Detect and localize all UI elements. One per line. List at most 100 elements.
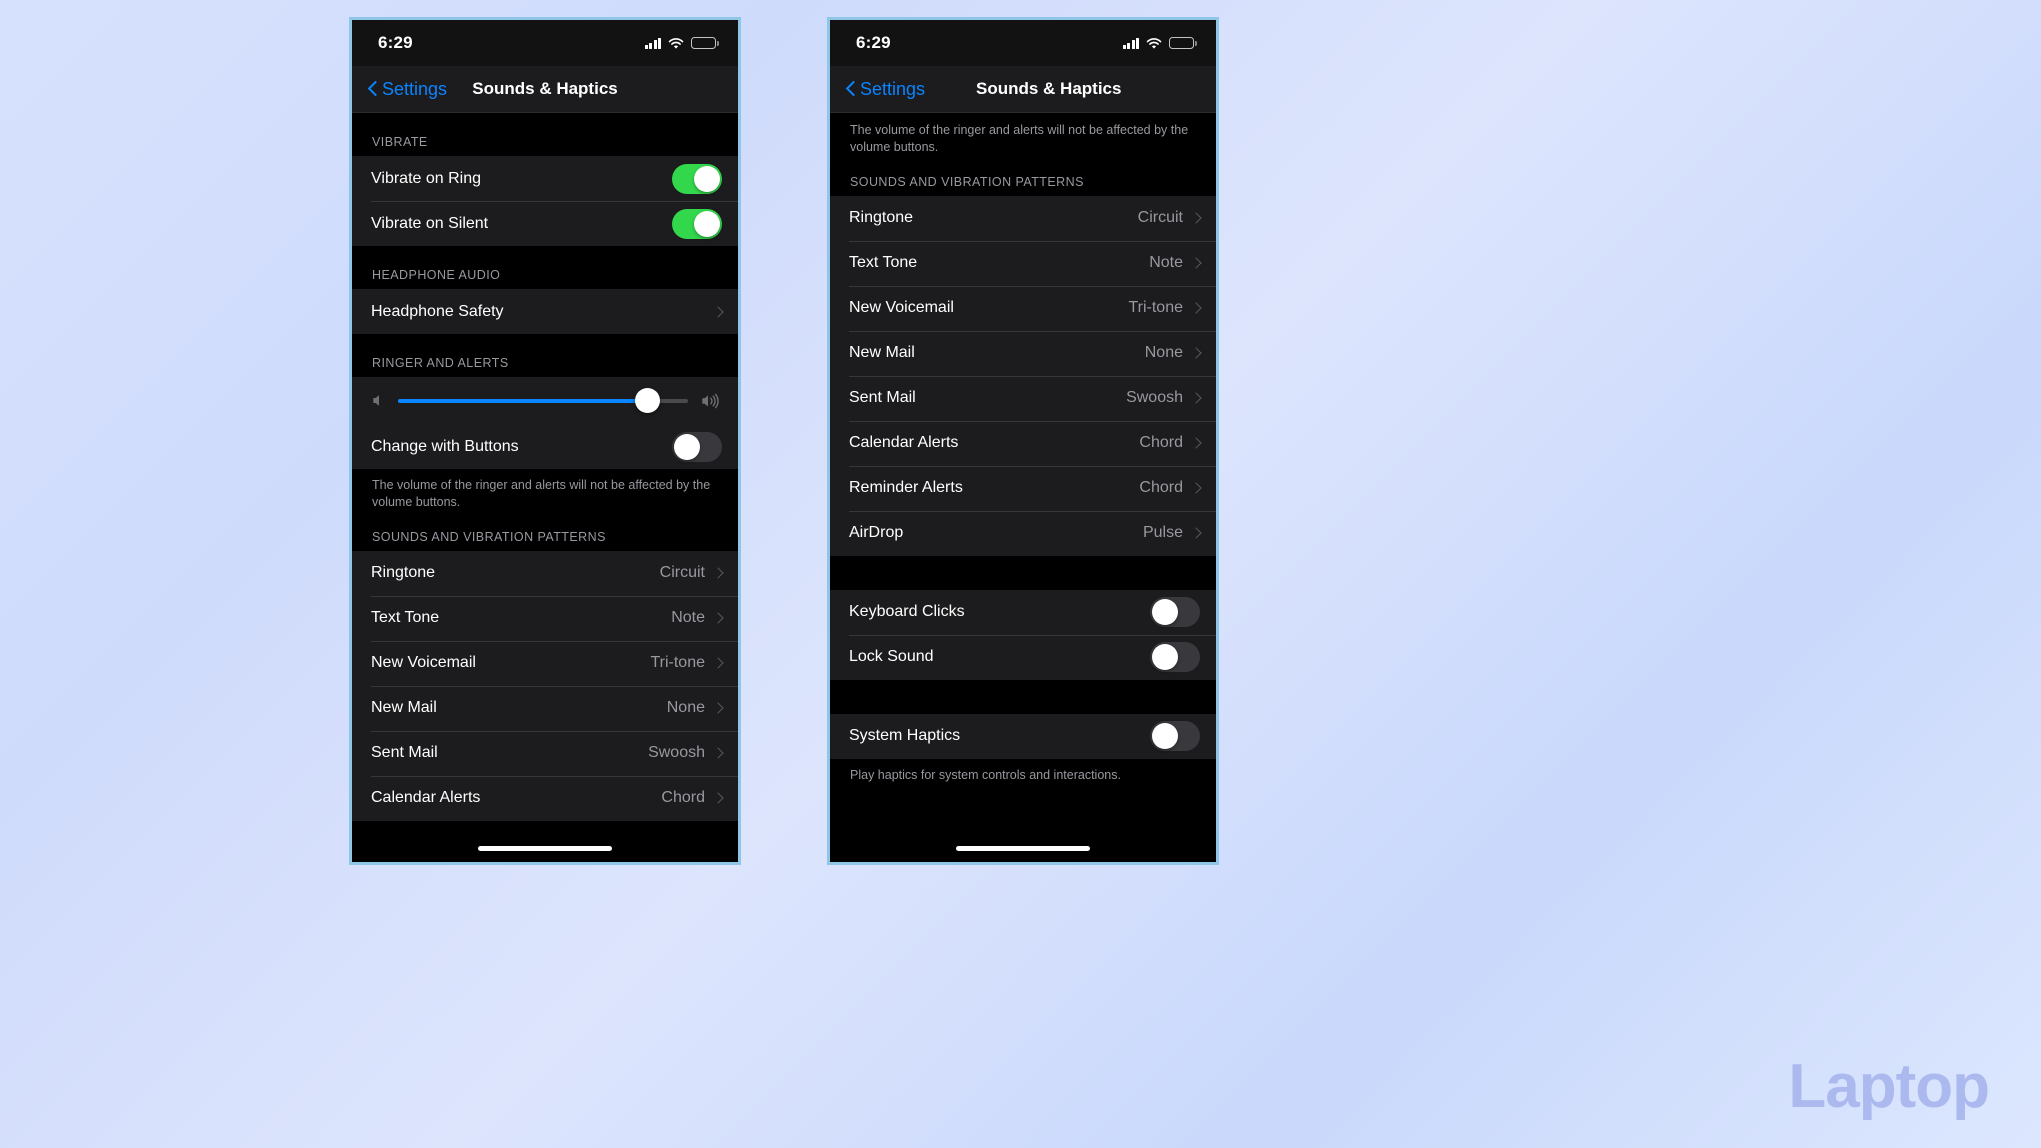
row-airdrop[interactable]: AirDrop Pulse — [830, 510, 1216, 556]
screen-right: 6:29 Settings Sounds & Haptics The volum… — [830, 20, 1216, 862]
row-value: Chord — [661, 789, 705, 807]
screen-left: 6:29 Settings Sounds & Haptics VIBRATE V… — [352, 20, 738, 862]
row-new-mail[interactable]: New Mail None — [830, 330, 1216, 376]
row-calendar-alerts[interactable]: Calendar Alerts Chord — [830, 420, 1216, 466]
row-reminder-alerts[interactable]: Reminder Alerts Chord — [830, 465, 1216, 511]
section-header-vibrate: VIBRATE — [352, 113, 738, 156]
ringer-volume-track[interactable] — [398, 388, 688, 413]
row-label: Ringtone — [371, 564, 436, 582]
ringer-volume-slider-row[interactable] — [352, 377, 738, 424]
home-indicator[interactable] — [478, 846, 612, 851]
row-new-voicemail[interactable]: New Voicemail Tri-tone — [352, 640, 738, 686]
back-label: Settings — [382, 78, 448, 99]
chevron-right-icon — [1192, 302, 1200, 315]
chevron-right-icon — [1192, 257, 1200, 270]
status-icons — [644, 37, 719, 49]
row-value: Chord — [1139, 434, 1183, 452]
chevron-right-icon — [1192, 527, 1200, 540]
speaker-high-icon — [700, 393, 722, 409]
row-label: New Mail — [849, 344, 915, 362]
chevron-right-icon — [714, 792, 722, 805]
nav-bar-left: Settings Sounds & Haptics — [352, 66, 738, 113]
section-header-headphone-audio: HEADPHONE AUDIO — [352, 246, 738, 289]
row-label: New Voicemail — [849, 299, 954, 317]
status-time: 6:29 — [378, 33, 413, 52]
toggle-system-haptics[interactable] — [1150, 721, 1200, 752]
row-headphone-safety[interactable]: Headphone Safety — [352, 289, 738, 334]
row-label: Keyboard Clicks — [849, 603, 965, 621]
section-system-haptics: System Haptics — [830, 713, 1216, 759]
row-label: Calendar Alerts — [849, 434, 959, 452]
row-value: Pulse — [1142, 524, 1183, 542]
row-label: Sent Mail — [371, 744, 438, 762]
back-label: Settings — [860, 78, 926, 99]
section-footer-ringer-and-alerts: The volume of the ringer and alerts will… — [352, 469, 738, 515]
row-value: Circuit — [659, 564, 705, 582]
battery-icon — [691, 37, 719, 49]
row-value: Tri-tone — [650, 654, 705, 672]
cellular-signal-icon — [644, 37, 661, 49]
battery-icon — [1169, 37, 1197, 49]
row-sent-mail[interactable]: Sent Mail Swoosh — [830, 375, 1216, 421]
nav-bar-right: Settings Sounds & Haptics — [830, 66, 1216, 113]
section-vibrate: Vibrate on Ring Vibrate on Silent — [352, 156, 738, 246]
toggle-vibrate-on-silent[interactable] — [672, 208, 722, 239]
back-to-settings-button[interactable]: Settings — [368, 79, 447, 100]
section-footer-system-haptics: Play haptics for system controls and int… — [830, 758, 1216, 788]
row-label: Text Tone — [371, 609, 440, 627]
row-ringtone[interactable]: Ringtone Circuit — [352, 551, 738, 596]
row-value: Circuit — [1137, 209, 1183, 227]
row-text-tone[interactable]: Text Tone Note — [830, 240, 1216, 286]
chevron-right-icon — [1192, 212, 1200, 225]
row-new-voicemail[interactable]: New Voicemail Tri-tone — [830, 285, 1216, 331]
settings-list-right[interactable]: The volume of the ringer and alerts will… — [830, 113, 1216, 862]
settings-list-left[interactable]: VIBRATE Vibrate on Ring Vibrate on Silen… — [352, 113, 738, 862]
status-time: 6:29 — [856, 33, 891, 52]
row-sent-mail[interactable]: Sent Mail Swoosh — [352, 730, 738, 776]
row-label: Change with Buttons — [371, 437, 519, 455]
toggle-vibrate-on-ring[interactable] — [672, 163, 722, 194]
row-label: Sent Mail — [849, 389, 916, 407]
chevron-right-icon — [714, 305, 722, 318]
chevron-left-icon — [846, 80, 857, 98]
row-value: Swoosh — [1126, 389, 1183, 407]
wifi-icon — [668, 37, 684, 49]
row-calendar-alerts[interactable]: Calendar Alerts Chord — [352, 775, 738, 821]
row-label: New Voicemail — [371, 654, 476, 672]
row-keyboard-clicks[interactable]: Keyboard Clicks — [830, 590, 1216, 635]
row-vibrate-on-ring[interactable]: Vibrate on Ring — [352, 156, 738, 201]
row-new-mail[interactable]: New Mail None — [352, 685, 738, 731]
section-sounds-and-vibration-patterns: Ringtone Circuit Text Tone Note New Voic… — [830, 195, 1216, 556]
wifi-icon — [1146, 37, 1162, 49]
toggle-change-with-buttons[interactable] — [672, 431, 722, 462]
row-change-with-buttons[interactable]: Change with Buttons — [352, 424, 738, 469]
row-value: Note — [1149, 254, 1183, 272]
phone-left: 6:29 Settings Sounds & Haptics VIBRATE V… — [349, 17, 741, 865]
row-label: Reminder Alerts — [849, 479, 963, 497]
home-indicator[interactable] — [956, 846, 1090, 851]
row-label: AirDrop — [849, 524, 904, 542]
toggle-lock-sound[interactable] — [1150, 642, 1200, 673]
section-header-ringer-and-alerts: RINGER AND ALERTS — [352, 334, 738, 377]
row-lock-sound[interactable]: Lock Sound — [830, 634, 1216, 680]
laptop-watermark: Laptop — [1788, 1052, 1990, 1121]
status-bar-right: 6:29 — [830, 20, 1216, 66]
section-gap — [830, 679, 1216, 714]
row-value: None — [666, 699, 705, 717]
section-sounds-and-vibration-patterns: Ringtone Circuit Text Tone Note New Voic… — [352, 550, 738, 821]
row-system-haptics[interactable]: System Haptics — [830, 714, 1216, 759]
section-gap — [830, 555, 1216, 590]
section-ringer-and-alerts: Change with Buttons — [352, 377, 738, 469]
section-header-sounds-and-vibration-patterns: SOUNDS AND VIBRATION PATTERNS — [352, 514, 738, 551]
toggle-keyboard-clicks[interactable] — [1150, 597, 1200, 628]
row-vibrate-on-silent[interactable]: Vibrate on Silent — [352, 201, 738, 246]
chevron-right-icon — [1192, 437, 1200, 450]
chevron-right-icon — [714, 612, 722, 625]
back-to-settings-button[interactable]: Settings — [846, 79, 925, 100]
chevron-left-icon — [368, 80, 379, 98]
row-ringtone[interactable]: Ringtone Circuit — [830, 196, 1216, 241]
row-text-tone[interactable]: Text Tone Note — [352, 595, 738, 641]
chevron-right-icon — [714, 747, 722, 760]
status-icons — [1122, 37, 1197, 49]
chevron-right-icon — [1192, 482, 1200, 495]
